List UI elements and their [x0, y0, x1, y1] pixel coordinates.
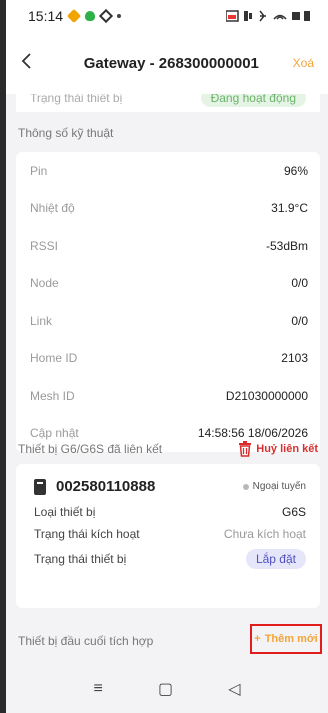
- delete-button[interactable]: Xoá: [293, 56, 314, 70]
- offline-status: Ngoại tuyến: [242, 481, 306, 492]
- device-id-text: 002580110888: [56, 478, 156, 495]
- install-status-badge: Lắp đặt: [245, 549, 306, 569]
- spec-value: 2103: [281, 351, 308, 366]
- spec-row-temperature: Nhiệt độ 31.9°C: [16, 190, 320, 228]
- system-status-icons: [226, 10, 312, 22]
- status-dot-icon: [242, 483, 249, 490]
- device-icon: [34, 478, 46, 495]
- spec-label: Cập nhật: [30, 426, 79, 441]
- phone-screen: 15:14 Gateway - 268300000001 Xoá Trạng t…: [0, 0, 328, 713]
- shield-notification-icon: [85, 11, 96, 21]
- offline-label: Ngoại tuyến: [252, 481, 306, 492]
- device-status-label: Trạng thái thiết bị: [30, 94, 123, 105]
- device-row-label: Trạng thái thiết bị: [34, 552, 127, 566]
- spec-label: Mesh ID: [30, 388, 75, 403]
- spec-value: 14:58:56 18/06/2026: [197, 426, 308, 441]
- system-nav-bar: ≡ ▢ ◁: [6, 665, 328, 713]
- back-arrow-icon[interactable]: [20, 50, 50, 76]
- plus-icon: +: [254, 633, 261, 645]
- spec-row-node: Node 0/0: [16, 265, 320, 303]
- unlink-button[interactable]: Huỷ liên kết: [238, 441, 318, 457]
- device-id: 002580110888: [34, 478, 155, 495]
- spec-value: D21030000000: [225, 388, 308, 403]
- spec-row-link: Link 0/0: [16, 302, 320, 340]
- spec-label: Nhiệt độ: [30, 201, 75, 216]
- status-time: 15:14: [28, 8, 64, 24]
- back-icon[interactable]: ◁: [228, 679, 240, 699]
- device-row-status: Trạng thái thiết bị Lắp đặt: [16, 545, 320, 573]
- status-bar: 15:14: [6, 0, 328, 32]
- device-status-row-partial: Trạng thái thiết bị Đang hoạt động: [16, 94, 320, 112]
- device-status-badge: Đang hoạt động: [200, 94, 306, 107]
- spec-label: Node: [30, 276, 59, 291]
- menu-icon[interactable]: ≡: [94, 680, 103, 698]
- spec-label: RSSI: [30, 238, 59, 253]
- spec-label: Home ID: [30, 351, 78, 366]
- device-row-value: Chưa kích hoạt: [223, 527, 306, 541]
- spec-row-home-id: Home ID 2103: [16, 340, 320, 378]
- spec-row-rssi: RSSI -53dBm: [16, 227, 320, 265]
- app-notification-icon: [66, 8, 82, 24]
- spec-label: Pin: [30, 163, 48, 178]
- integrated-devices-title: Thiết bị đầu cuối tích hợp: [18, 634, 154, 648]
- linked-device-card[interactable]: 002580110888 Ngoại tuyến Loại thiết bị G…: [16, 464, 320, 608]
- device-row-type: Loại thiết bị G6S: [16, 501, 320, 523]
- unlink-label: Huỷ liên kết: [256, 443, 318, 455]
- spec-label: Link: [30, 313, 53, 328]
- spec-row-mesh-id: Mesh ID D21030000000: [16, 377, 320, 415]
- device-row-activation: Trạng thái kích hoạt Chưa kích hoạt: [16, 523, 320, 545]
- spec-value: -53dBm: [265, 238, 308, 253]
- add-new-button[interactable]: + Thêm mới: [250, 624, 322, 654]
- linked-devices-title: Thiết bị G6/G6S đã liên kết: [18, 442, 163, 456]
- device-header: 002580110888 Ngoại tuyến: [16, 464, 320, 501]
- spec-value: 31.9°C: [271, 201, 308, 216]
- spec-value: 0/0: [291, 313, 308, 328]
- scroll-content[interactable]: Trạng thái thiết bị Đang hoạt động Thông…: [6, 94, 328, 665]
- device-row-value: G6S: [281, 505, 306, 519]
- nav-notification-icon: [98, 8, 114, 24]
- more-notifications-icon: [117, 14, 122, 18]
- device-row-label: Trạng thái kích hoạt: [34, 527, 140, 541]
- specs-card: Pin 96% Nhiệt độ 31.9°C RSSI -53dBm Node…: [16, 152, 320, 452]
- add-new-label: Thêm mới: [264, 633, 318, 645]
- page-title: Gateway - 268300000001: [83, 54, 259, 72]
- system-icons: [226, 10, 310, 22]
- spec-row-battery: Pin 96%: [16, 152, 320, 190]
- home-icon[interactable]: ▢: [158, 679, 173, 699]
- device-row-label: Loại thiết bị: [34, 505, 96, 519]
- trash-icon: [239, 441, 252, 457]
- linked-devices-header: Thiết bị G6/G6S đã liên kết Huỷ liên kết: [18, 441, 318, 457]
- spec-value: 0/0: [291, 276, 308, 291]
- app-bar: Gateway - 268300000001 Xoá: [6, 32, 328, 94]
- specs-section-title: Thông số kỹ thuật: [18, 126, 114, 140]
- spec-value: 96%: [283, 163, 308, 178]
